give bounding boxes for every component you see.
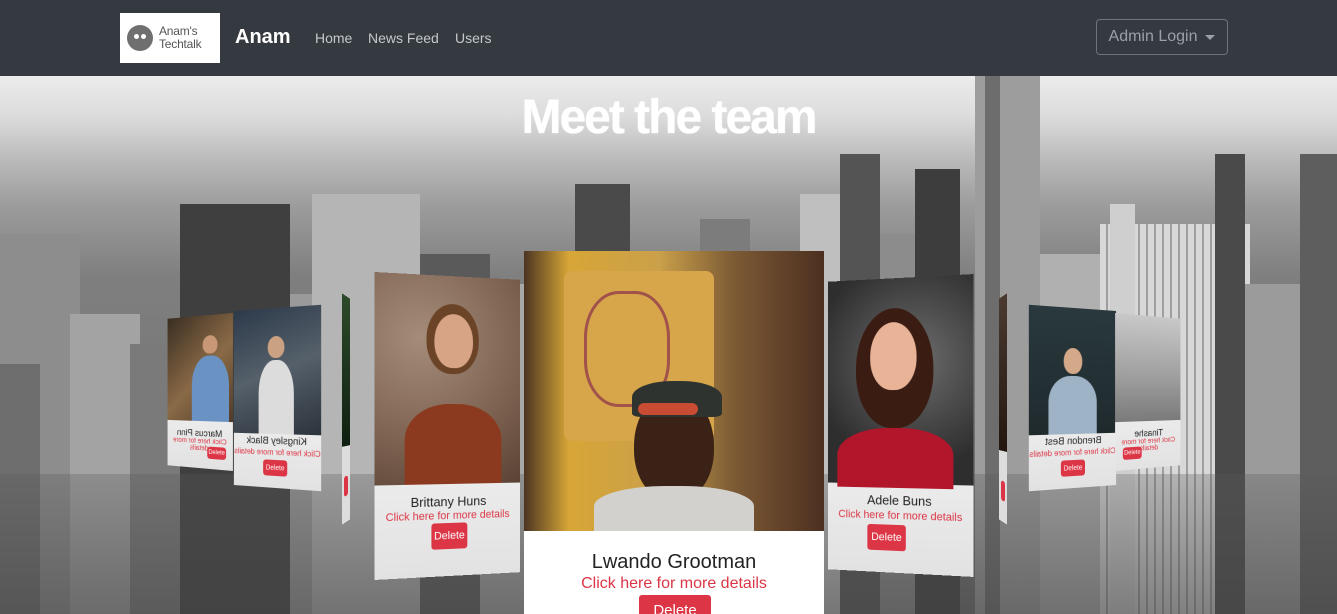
team-member-photo	[167, 312, 233, 423]
delete-button[interactable]: Delete	[263, 459, 288, 477]
delete-button[interactable]: Delete	[1122, 446, 1142, 461]
card-details-link[interactable]: Click here for more details	[828, 508, 974, 525]
admin-login-label: Admin Login	[1108, 28, 1198, 45]
team-card[interactable]: Kingsley Black Click here for more detai…	[233, 304, 322, 492]
team-member-photo	[1028, 304, 1117, 436]
delete-button[interactable]: Delete	[207, 446, 227, 461]
card-details-link[interactable]: Click here for more details	[524, 575, 824, 593]
nav-link-news-feed[interactable]: News Feed	[368, 30, 439, 46]
page-title: Meet the team	[521, 91, 817, 144]
team-card[interactable]: Brendon Best Click here for more details…	[1028, 304, 1117, 492]
navbar: Anam's Techtalk Anam Home News Feed User…	[0, 0, 1337, 76]
card-name: Lwando Grootman	[591, 551, 757, 573]
brand-name[interactable]: Anam	[235, 26, 291, 49]
card-name: Adele Buns	[867, 492, 932, 509]
team-member-photo	[374, 272, 520, 486]
nav-link-users[interactable]: Users	[455, 30, 492, 46]
team-card[interactable]: Adele Buns Click here for more details D…	[828, 274, 974, 577]
delete-button[interactable]: Delete	[431, 522, 468, 550]
delete-button[interactable]: Delete	[1060, 459, 1086, 477]
hero-section: Meet the team Marcus Pinn Click here for…	[0, 76, 1337, 614]
delete-button[interactable]: Delete	[639, 595, 711, 614]
team-card[interactable]: Marcus Pinn Click here for more details …	[167, 312, 233, 472]
team-card[interactable]: Lwando Grootman Click here for more deta…	[524, 251, 824, 614]
monkey-logo-icon	[127, 25, 153, 51]
team-member-photo	[233, 304, 322, 436]
team-card[interactable]: Tinashe Click here for more details Dele…	[1115, 312, 1181, 472]
delete-button[interactable]: Delete	[867, 523, 906, 552]
team-member-photo	[828, 274, 974, 490]
team-member-photo	[1115, 312, 1181, 423]
nav-link-home[interactable]: Home	[315, 30, 352, 46]
logo-text-line2: Techtalk	[159, 37, 202, 51]
site-logo[interactable]: Anam's Techtalk	[120, 13, 220, 63]
team-member-photo	[999, 293, 1008, 452]
team-member-photo	[524, 251, 824, 531]
team-card[interactable]: Brittany Huns Click here for more detail…	[374, 272, 520, 580]
chevron-down-icon	[1205, 34, 1216, 40]
team-member-photo	[341, 293, 350, 447]
admin-login-dropdown[interactable]: Admin Login	[1096, 19, 1228, 55]
